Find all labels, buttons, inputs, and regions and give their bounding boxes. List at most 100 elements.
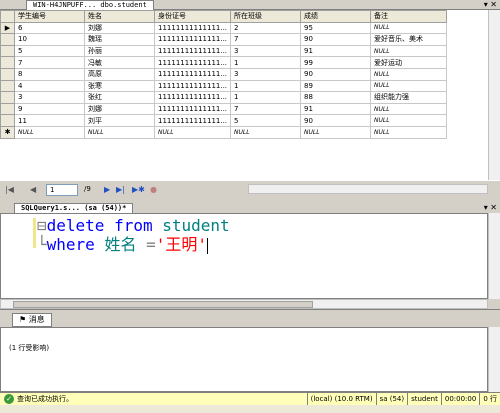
table-cell[interactable]: 91 [300,102,372,116]
table-cell[interactable]: 7 [14,56,85,69]
editor-horizontal-scrollbar[interactable] [0,299,488,309]
table-row[interactable]: ▶ 6 刘娜 11111111111111... 2 95 NULL [0,21,448,35]
new-record-icon[interactable]: ▶✱ [132,185,145,194]
table-cell[interactable]: 90 [300,33,372,46]
table-cell[interactable]: 11111111111111... [153,44,232,58]
scroll-thumb[interactable] [13,301,313,308]
table-cell[interactable]: 11111111111111... [153,114,232,127]
row-selector[interactable] [0,44,15,58]
table-cell[interactable]: 11111111111111... [153,91,232,104]
table-row[interactable]: 4 张寒 11111111111111... 1 89 NULL [0,79,448,93]
table-cell[interactable]: 11111111111111... [153,33,232,46]
table-cell[interactable]: 刘娜 [84,21,155,35]
table-cell[interactable]: 组织能力强 [370,91,448,104]
table-cell[interactable]: 刘平 [84,114,155,127]
grid-vertical-scrollbar[interactable] [488,10,500,180]
code-line-1[interactable]: ⊟delete from student [37,217,230,235]
table-row[interactable]: 9 刘娜 11111111111111... 7 91 NULL [0,102,448,116]
table-row[interactable]: 10 魏瑶 11111111111111... 7 90 爱好音乐、美术 [0,33,448,46]
row-selector[interactable] [0,67,15,81]
row-selector[interactable]: ▶ [0,21,15,35]
table-cell[interactable]: NULL [370,44,448,58]
table-cell[interactable]: NULL [84,125,155,139]
table-cell[interactable]: 10 [14,33,85,46]
corner-cell[interactable] [0,10,15,23]
table-cell[interactable]: 11111111111111... [153,67,232,81]
table-cell[interactable]: 88 [300,91,372,104]
table-cell[interactable]: 爱好音乐、美术 [370,33,448,46]
row-selector[interactable] [0,102,15,116]
table-cell[interactable]: 4 [14,79,85,93]
table-cell[interactable]: 11111111111111... [153,79,232,93]
table-cell[interactable]: 91 [300,44,372,58]
table-cell[interactable]: 89 [300,79,372,93]
table-cell[interactable]: 90 [300,114,372,127]
table-cell[interactable]: 2 [230,21,302,35]
row-selector[interactable] [0,114,15,127]
table-cell[interactable]: 99 [300,56,372,69]
table-cell[interactable]: 95 [300,21,372,35]
table-cell[interactable]: NULL [370,102,448,116]
column-header[interactable]: 备注 [370,10,448,23]
table-cell[interactable]: NULL [153,125,232,139]
table-cell[interactable]: 90 [300,67,372,81]
new-row[interactable]: ✱ NULL NULL NULL NULL NULL NULL [0,125,448,139]
row-selector[interactable] [0,33,15,46]
column-header[interactable]: 所在班级 [230,10,302,23]
table-cell[interactable]: 冯敏 [84,56,155,69]
stop-icon[interactable]: ● [150,185,157,194]
next-record-icon[interactable]: ▶ [104,185,110,194]
column-header[interactable]: 身份证号 [153,10,232,23]
row-selector[interactable] [0,91,15,104]
table-cell[interactable]: 魏瑶 [84,33,155,46]
close-icon[interactable]: ✕ [490,0,497,9]
table-cell[interactable]: 9 [14,102,85,116]
table-cell[interactable]: 3 [230,67,302,81]
table-cell[interactable]: 爱好运动 [370,56,448,69]
table-cell[interactable]: 1 [230,56,302,69]
collapse-icon[interactable]: ⊟ [37,216,47,235]
table-cell[interactable]: 11111111111111... [153,21,232,35]
table-row[interactable]: 11 刘平 11111111111111... 5 90 NULL [0,114,448,127]
table-cell[interactable]: NULL [370,125,448,139]
table-cell[interactable]: 刘娜 [84,102,155,116]
editor-vertical-scrollbar[interactable] [488,213,500,299]
table-cell[interactable]: 高原 [84,67,155,81]
tab-messages[interactable]: ⚑ 消息 [12,313,52,327]
table-cell[interactable]: NULL [370,114,448,127]
dropdown-icon[interactable]: ▾ [484,203,488,212]
previous-record-icon[interactable]: ◀ [30,185,36,194]
sql-editor[interactable]: ⊟delete from student └where 姓名 ='王明' [0,213,488,299]
table-cell[interactable]: NULL [370,21,448,35]
grid-horizontal-scrollbar[interactable] [248,184,488,194]
table-cell[interactable]: NULL [14,125,85,139]
table-cell[interactable]: 7 [230,33,302,46]
row-selector[interactable] [0,79,15,93]
table-cell[interactable]: NULL [370,67,448,81]
table-cell[interactable]: 11 [14,114,85,127]
grid-tab[interactable]: WIN-H4JNPUFF... dbo.student [26,0,154,10]
column-header[interactable]: 学生编号 [14,10,85,23]
table-row[interactable]: 5 孙丽 11111111111111... 3 91 NULL [0,44,448,58]
first-record-icon[interactable]: |◀ [5,185,14,194]
messages-vertical-scrollbar[interactable] [488,327,500,392]
dropdown-icon[interactable]: ▾ [484,0,488,9]
record-number-input[interactable]: 1 [46,184,78,196]
table-cell[interactable]: 1 [230,79,302,93]
table-cell[interactable]: 1 [230,91,302,104]
table-row[interactable]: 3 张红 11111111111111... 1 88 组织能力强 [0,91,448,104]
table-cell[interactable]: NULL [370,79,448,93]
table-cell[interactable]: 5 [230,114,302,127]
table-cell[interactable]: 张红 [84,91,155,104]
table-cell[interactable]: 11111111111111... [153,56,232,69]
table-cell[interactable]: 孙丽 [84,44,155,58]
table-row[interactable]: 8 高原 11111111111111... 3 90 NULL [0,67,448,81]
table-cell[interactable]: 5 [14,44,85,58]
table-cell[interactable]: NULL [230,125,302,139]
row-selector[interactable]: ✱ [0,125,15,139]
table-row[interactable]: 7 冯敏 11111111111111... 1 99 爱好运动 [0,56,448,69]
column-header[interactable]: 成绩 [300,10,372,23]
code-line-2[interactable]: └where 姓名 ='王明' [37,236,209,254]
table-cell[interactable]: 6 [14,21,85,35]
close-icon[interactable]: ✕ [490,203,497,212]
